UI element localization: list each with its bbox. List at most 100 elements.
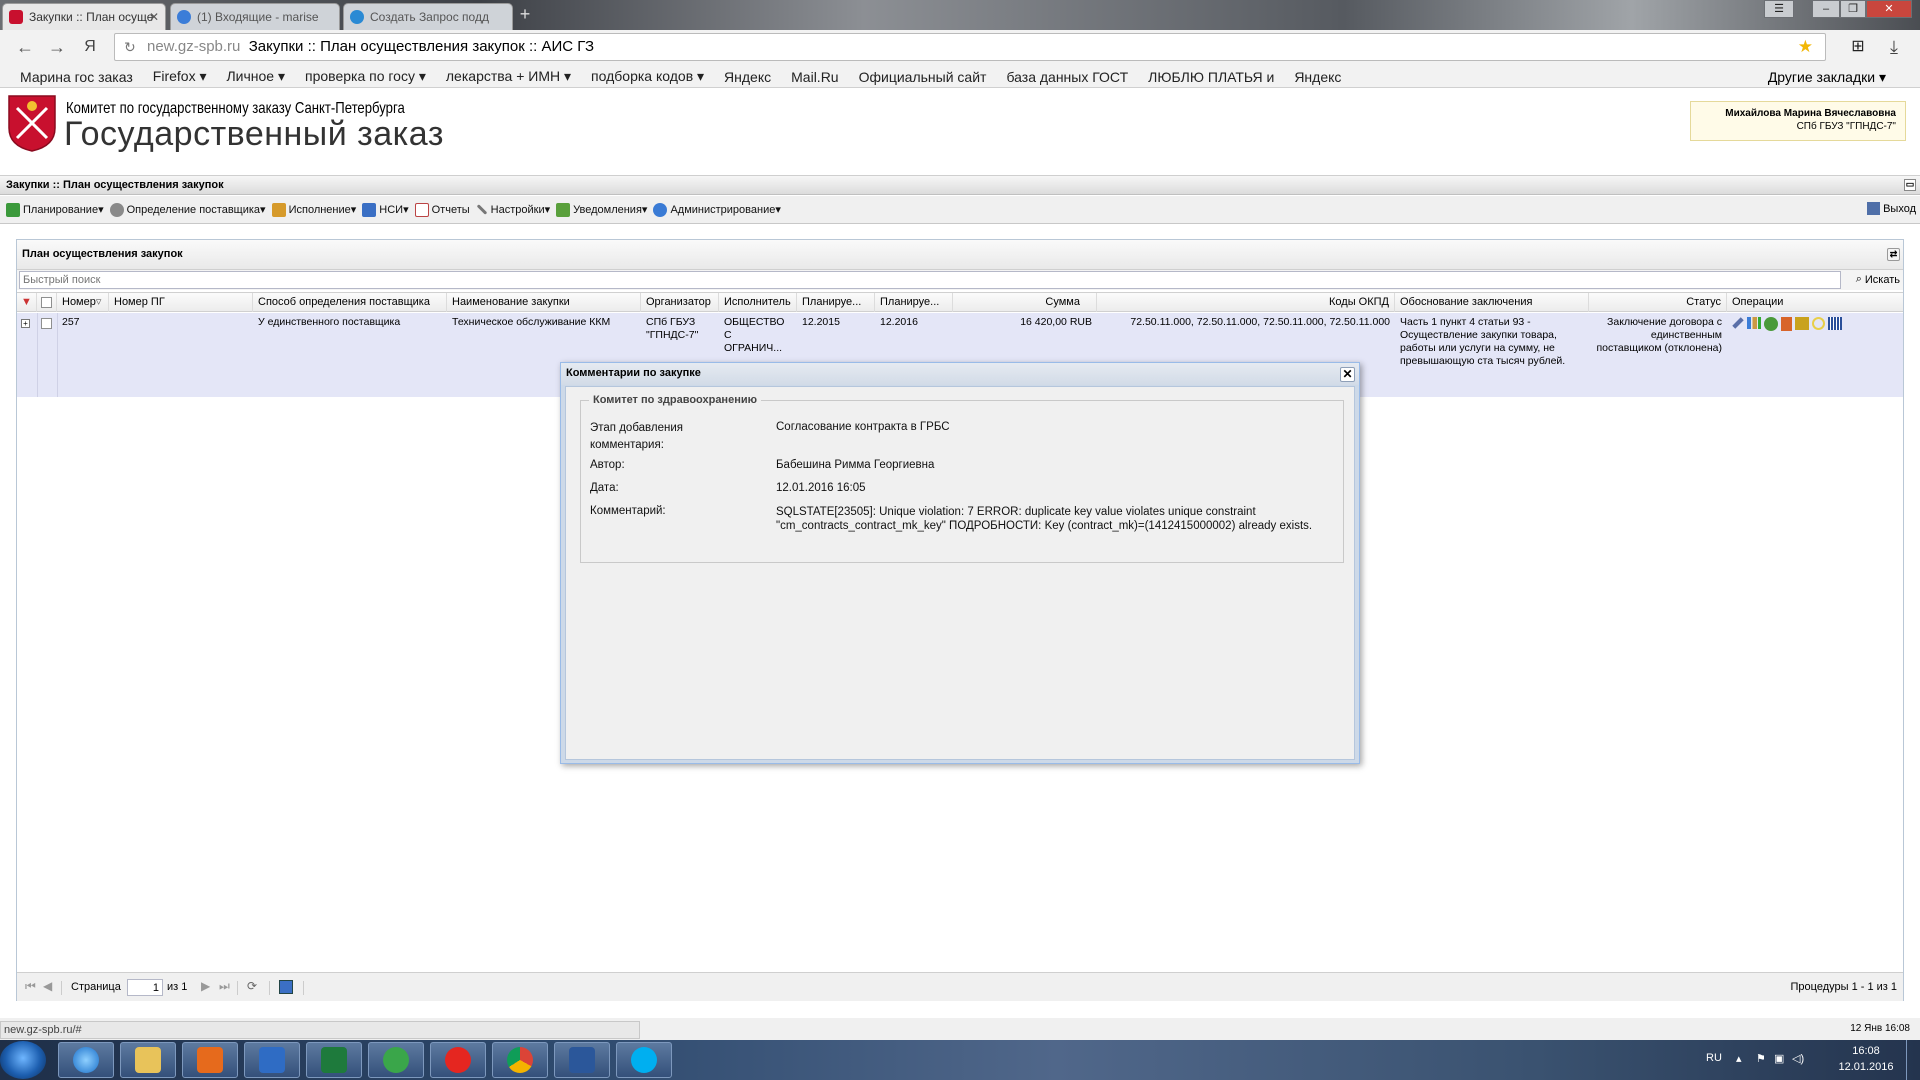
edit-icon[interactable] <box>1732 317 1744 329</box>
menu-admin[interactable]: Администрирование ▾ <box>653 202 781 217</box>
network-icon[interactable]: ▣ <box>1774 1052 1784 1065</box>
printer-icon[interactable] <box>1795 317 1809 330</box>
menu-label: Планирование <box>23 203 99 216</box>
column-header[interactable]: Номер▿ <box>57 293 109 312</box>
yandex-icon[interactable]: Я <box>78 36 102 60</box>
maximize-button[interactable]: ❐ <box>1840 0 1866 18</box>
bookmark-item[interactable]: Firefox ▾ <box>153 68 207 85</box>
column-header[interactable]: Коды ОКПД <box>1097 293 1395 312</box>
column-header[interactable]: Планируе... <box>797 293 875 312</box>
document-icon[interactable] <box>1781 317 1792 331</box>
quick-search-input[interactable] <box>19 271 1841 289</box>
bookmark-item[interactable]: база данных ГОСТ <box>1006 69 1128 85</box>
tray-expand-icon[interactable]: ▴ <box>1736 1052 1742 1065</box>
logout-button[interactable]: Выход <box>1867 202 1916 215</box>
reload-grid-icon[interactable]: ⟳ <box>247 979 257 993</box>
last-page-icon[interactable]: ⏭ <box>219 979 230 994</box>
clock-date[interactable]: 12.01.2016 <box>1836 1061 1896 1073</box>
bookmark-star-icon[interactable]: ★ <box>1798 34 1813 60</box>
bookmark-item[interactable]: Mail.Ru <box>791 69 838 85</box>
taskbar-ie[interactable] <box>58 1042 114 1078</box>
comment-icon[interactable] <box>1812 317 1825 330</box>
column-header[interactable]: Операции <box>1727 293 1903 312</box>
bookmark-item[interactable]: Марина гос заказ <box>20 69 133 85</box>
taskbar-media[interactable] <box>182 1042 238 1078</box>
expand-row-icon[interactable]: + <box>21 319 30 328</box>
menu-execution[interactable]: Исполнение ▾ <box>271 202 356 217</box>
collapse-panel-icon[interactable]: ▭ <box>1904 179 1916 191</box>
column-header[interactable]: Исполнитель <box>719 293 797 312</box>
forward-icon[interactable]: → <box>45 36 69 60</box>
back-icon[interactable]: ← <box>13 36 37 60</box>
chart-icon[interactable] <box>1747 317 1761 329</box>
taskbar-mail-agent[interactable] <box>368 1042 424 1078</box>
menu-icon[interactable]: ☰ <box>1764 0 1794 18</box>
row-checkbox[interactable] <box>41 318 52 329</box>
clock-time[interactable]: 16:08 <box>1836 1045 1896 1057</box>
menu-planning[interactable]: Планирование ▾ <box>6 202 104 217</box>
next-page-icon[interactable]: ▶ <box>201 979 210 993</box>
taskbar-outlook[interactable] <box>244 1042 300 1078</box>
menu-settings[interactable]: Настройки ▾ <box>476 203 550 216</box>
refresh-icon[interactable]: ⇄ <box>1887 248 1900 261</box>
taskbar-excel[interactable] <box>306 1042 362 1078</box>
close-dialog-button[interactable]: ✕ <box>1340 367 1355 382</box>
taskbar-chrome[interactable] <box>492 1042 548 1078</box>
column-header[interactable]: Планируе... <box>875 293 953 312</box>
menu-supplier[interactable]: Определение поставщика ▾ <box>109 202 266 217</box>
bookmark-item[interactable]: проверка по госу ▾ <box>305 68 426 85</box>
column-header[interactable]: Наименование закупки <box>447 293 641 312</box>
grid-column-header: ▼ Номер▿ Номер ПГ Способ определения пос… <box>17 292 1903 312</box>
menu-notifications[interactable]: Уведомления ▾ <box>556 202 647 217</box>
volume-icon[interactable]: ◁) <box>1792 1052 1804 1065</box>
column-header[interactable]: Номер ПГ <box>109 293 253 312</box>
search-button[interactable]: ⌕ Искать <box>1856 273 1900 286</box>
new-tab-button[interactable]: + <box>513 4 537 26</box>
start-button[interactable] <box>0 1041 46 1079</box>
browser-tab-mail[interactable]: (1) Входящие - marise <box>170 3 340 30</box>
language-indicator[interactable]: RU <box>1706 1052 1722 1064</box>
outlook-icon <box>259 1047 285 1073</box>
column-header[interactable]: Сумма <box>953 293 1097 312</box>
taskbar-skype[interactable] <box>616 1042 672 1078</box>
settings-icon[interactable] <box>1764 317 1778 331</box>
prev-page-icon[interactable]: ◀ <box>43 979 52 993</box>
browser-tab-active[interactable]: Закупки :: План осуще ✕ <box>2 3 166 30</box>
bookmark-item[interactable]: подборка кодов ▾ <box>591 68 704 85</box>
menu-reports[interactable]: Отчеты <box>414 202 470 217</box>
show-desktop-button[interactable] <box>1906 1040 1920 1080</box>
bookmark-item[interactable]: лекарства + ИМН ▾ <box>446 68 571 85</box>
bookmark-item[interactable]: Яндекс <box>1294 69 1341 85</box>
save-icon[interactable] <box>279 980 293 994</box>
barcode-icon[interactable] <box>1828 317 1842 330</box>
close-window-button[interactable]: ✕ <box>1866 0 1912 18</box>
other-bookmarks[interactable]: Другие закладки ▾ <box>1768 66 1886 88</box>
flag-icon[interactable]: ⚑ <box>1756 1052 1766 1065</box>
page-number-input[interactable] <box>127 979 163 996</box>
first-page-icon[interactable]: ⏮ <box>25 979 36 994</box>
close-tab-icon[interactable]: ✕ <box>149 10 159 24</box>
extensions-icon[interactable]: ⊞ <box>1846 36 1870 60</box>
bookmark-item[interactable]: Яндекс <box>724 69 771 85</box>
bookmark-item[interactable]: Официальный сайт <box>859 69 987 85</box>
column-header[interactable]: Статус <box>1589 293 1727 312</box>
taskbar-word[interactable] <box>554 1042 610 1078</box>
minimize-button[interactable]: – <box>1812 0 1840 18</box>
menu-nsi[interactable]: НСИ ▾ <box>362 202 409 217</box>
bookmark-item[interactable]: ЛЮБЛЮ ПЛАТЬЯ и <box>1148 69 1274 85</box>
column-header[interactable]: Обоснование заключения <box>1395 293 1589 312</box>
bookmark-item[interactable]: Личное ▾ <box>226 68 285 85</box>
spb-crest-icon <box>8 95 56 152</box>
system-tray: RU ▴ ⚑ ▣ ◁) 16:08 12.01.2016 <box>1660 1040 1920 1080</box>
column-header[interactable]: Организатор <box>641 293 719 312</box>
column-header[interactable]: Способ определения поставщика <box>253 293 447 312</box>
address-bar[interactable]: ↻ new.gz-spb.ru Закупки :: План осуществ… <box>114 33 1826 61</box>
select-all-checkbox[interactable] <box>41 297 52 308</box>
downloads-icon[interactable]: ⤓ <box>1882 36 1906 60</box>
clear-filter-icon[interactable]: ▼ <box>17 293 37 312</box>
reload-icon[interactable]: ↻ <box>124 34 136 60</box>
taskbar-explorer[interactable] <box>120 1042 176 1078</box>
browser-tab-request[interactable]: Создать Запрос подд <box>343 3 513 30</box>
field-label-comment: Комментарий: <box>590 505 666 517</box>
taskbar-yandex[interactable] <box>430 1042 486 1078</box>
